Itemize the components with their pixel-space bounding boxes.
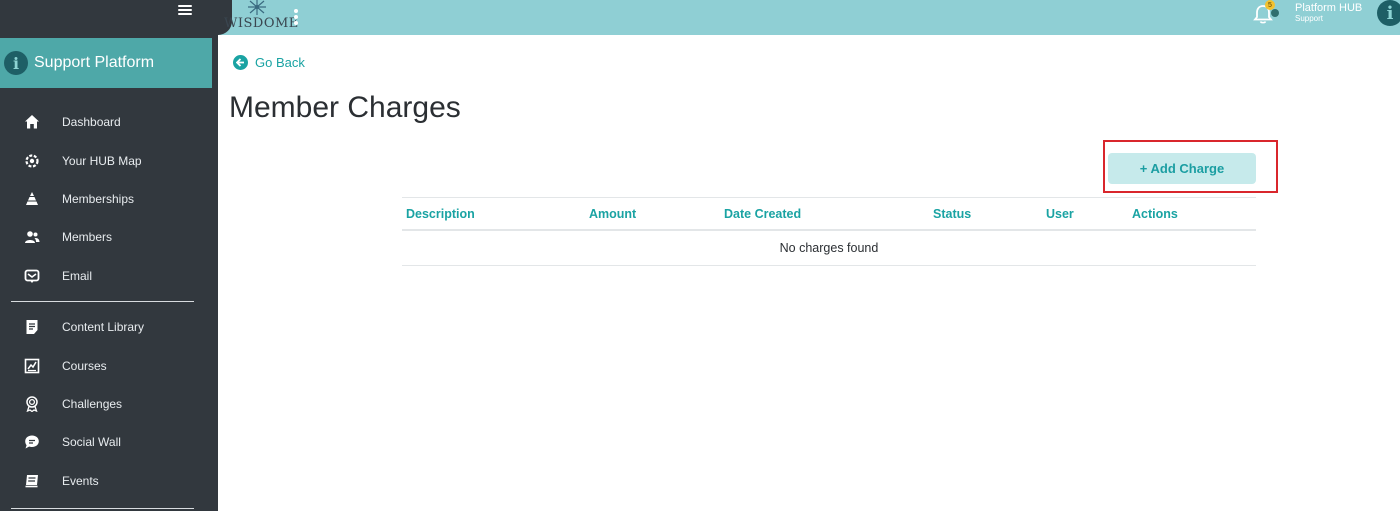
gear-map-icon — [24, 153, 40, 169]
users-icon — [24, 229, 40, 245]
page-title: Member Charges — [229, 91, 461, 124]
home-icon — [24, 114, 40, 130]
sidebar-item-label: Courses — [62, 358, 107, 373]
sidebar-item-members[interactable]: Members — [0, 218, 218, 256]
table-header: Description Amount Date Created Status U… — [402, 198, 1256, 231]
hamburger-menu-icon[interactable] — [178, 3, 194, 17]
sidebar-item-email[interactable]: Email — [0, 257, 218, 295]
chat-bubble-icon — [24, 434, 40, 450]
arrow-left-circle-icon — [233, 55, 248, 70]
user-name: Platform HUB — [1295, 2, 1363, 14]
document-icon — [24, 319, 40, 335]
go-back-label: Go Back — [255, 55, 305, 70]
column-header-user[interactable]: User — [1046, 207, 1074, 221]
top-bar: WISDOME 5 Platform HUB Support i — [218, 0, 1400, 35]
column-header-amount[interactable]: Amount — [589, 207, 636, 221]
sidebar-item-label: Memberships — [62, 191, 135, 206]
more-options-icon[interactable] — [294, 8, 300, 26]
sidebar-item-courses[interactable]: Courses — [0, 346, 218, 384]
brand-name: WISDOME — [224, 16, 299, 31]
sidebar-item-label: Your HUB Map — [62, 153, 142, 168]
empty-state-row: No charges found — [402, 231, 1256, 266]
nav-divider — [11, 508, 194, 509]
sidebar-item-label: Challenges — [62, 396, 123, 411]
user-info[interactable]: Platform HUB Support — [1295, 2, 1363, 24]
sidebar-item-dashboard[interactable]: Dashboard — [0, 103, 218, 141]
empty-state-text: No charges found — [779, 241, 879, 255]
sidebar-item-hub-map[interactable]: Your HUB Map — [0, 141, 218, 179]
add-charge-button[interactable]: + Add Charge — [1108, 153, 1256, 184]
sidebar-item-events[interactable]: Events — [0, 462, 218, 500]
column-header-date-created[interactable]: Date Created — [724, 207, 801, 221]
award-icon — [24, 396, 40, 412]
sidebar-item-label: Members — [62, 230, 113, 245]
user-role: Support — [1295, 14, 1324, 23]
sidebar-item-label: Events — [62, 473, 99, 488]
nav-divider — [11, 300, 194, 302]
platform-switcher[interactable]: i Support Platform — [0, 38, 212, 88]
sidebar-item-label: Social Wall — [62, 435, 121, 450]
sidebar-item-memberships[interactable]: Memberships — [0, 180, 218, 218]
sidebar-item-content-library[interactable]: Content Library — [0, 308, 218, 346]
platform-name: Support Platform — [34, 54, 155, 71]
platform-logo: i — [4, 51, 28, 75]
sidebar-item-label: Content Library — [62, 320, 145, 335]
avatar[interactable]: i — [1377, 0, 1400, 26]
column-header-description[interactable]: Description — [406, 207, 475, 221]
sidebar-nav: Dashboard Your HUB Map Memberships Membe… — [0, 103, 218, 500]
status-dot — [1271, 9, 1279, 17]
column-header-actions: Actions — [1132, 207, 1178, 221]
go-back-link[interactable]: Go Back — [233, 55, 305, 70]
sidebar-item-social-wall[interactable]: Social Wall — [0, 423, 218, 461]
charges-table: Description Amount Date Created Status U… — [402, 197, 1256, 266]
column-header-status[interactable]: Status — [933, 207, 971, 221]
sidebar-item-label: Dashboard — [62, 115, 121, 130]
calendar-icon — [24, 473, 40, 489]
sidebar: i Support Platform Dashboard Your HUB Ma… — [0, 0, 218, 511]
brand-mark-icon — [248, 0, 266, 15]
sidebar-item-label: Email — [62, 268, 93, 283]
pyramid-icon — [24, 191, 40, 207]
sidebar-header — [0, 0, 218, 35]
chart-board-icon — [24, 358, 40, 374]
sidebar-item-challenges[interactable]: Challenges — [0, 385, 218, 423]
brand-logo[interactable]: WISDOME — [224, 0, 298, 34]
email-icon — [24, 268, 40, 284]
